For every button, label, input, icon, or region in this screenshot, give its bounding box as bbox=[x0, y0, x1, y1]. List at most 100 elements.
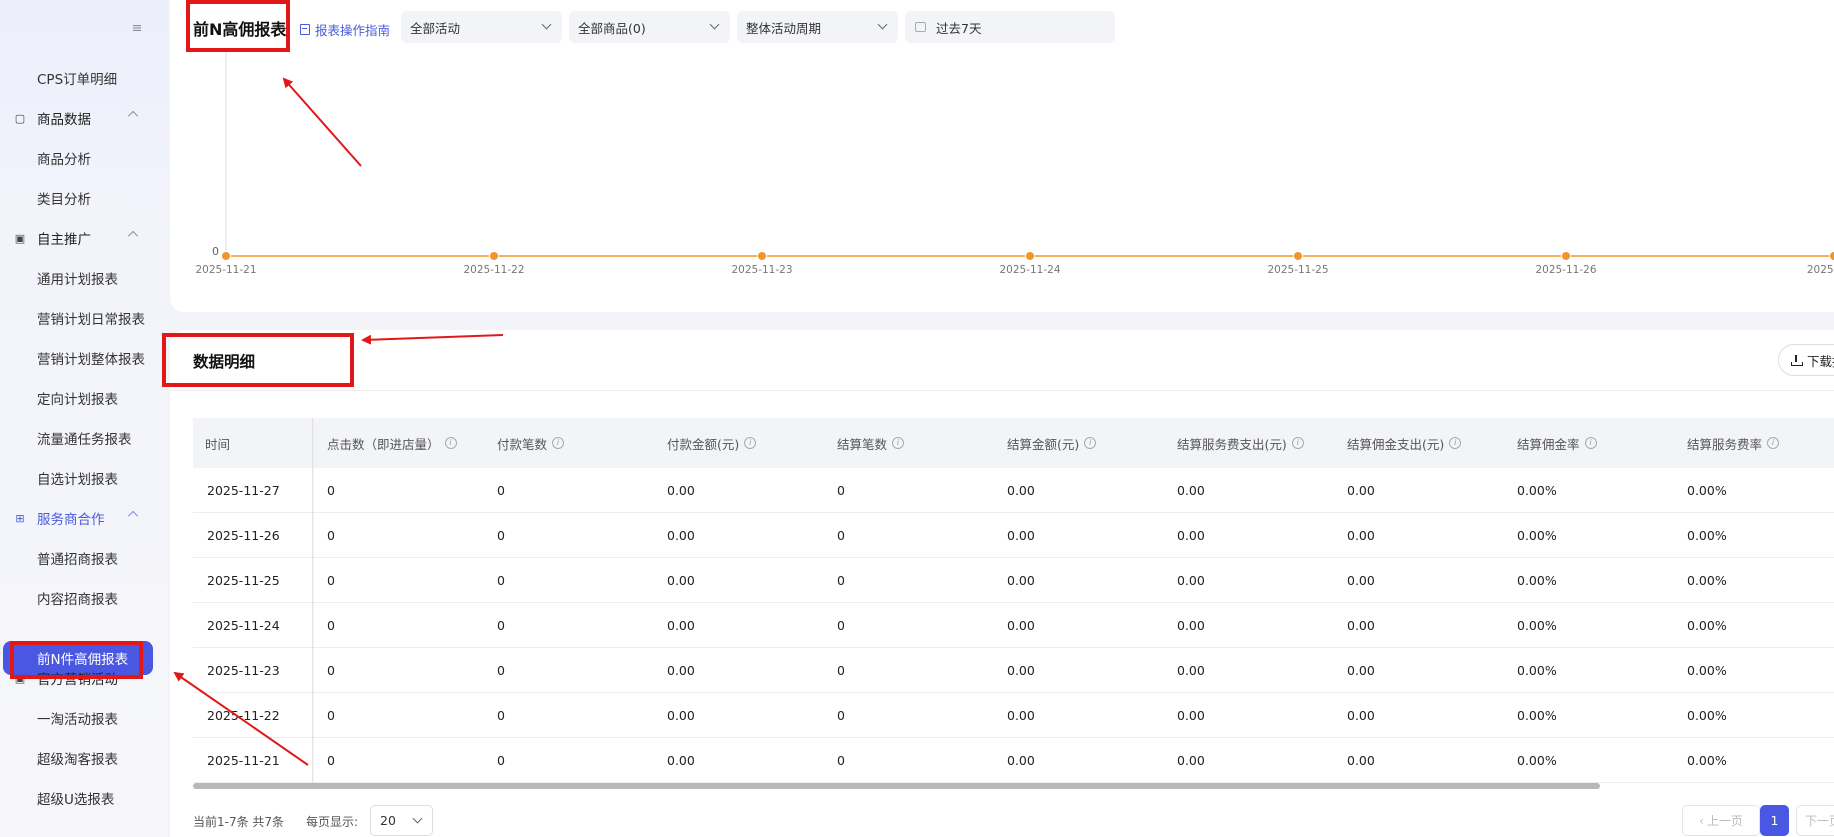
menu-collapse-icon[interactable]: ≡ bbox=[130, 22, 144, 36]
sidebar-item-label: 一淘活动报表 bbox=[37, 712, 118, 728]
goods-select[interactable]: 全部商品(0) bbox=[569, 11, 730, 43]
activity-select[interactable]: 全部活动 bbox=[401, 11, 562, 43]
page-size-label: 每页显示: bbox=[306, 815, 359, 829]
sidebar-group[interactable]: ▢ 商品数据 bbox=[0, 98, 168, 138]
info-icon[interactable]: i bbox=[1584, 437, 1597, 449]
sidebar-item-label: 定向计划报表 bbox=[37, 392, 118, 408]
info-icon[interactable]: i bbox=[1291, 437, 1304, 449]
info-icon[interactable]: i bbox=[1449, 437, 1462, 449]
sidebar-item[interactable]: CPS订单明细 bbox=[0, 58, 168, 98]
column-header-label: 时间 bbox=[205, 436, 231, 452]
table-cell: 0.00 bbox=[1347, 752, 1375, 768]
sidebar-group[interactable]: ⊞ 服务商合作 bbox=[0, 498, 168, 538]
info-icon[interactable]: i bbox=[444, 437, 457, 449]
table-cell: 0.00% bbox=[1687, 707, 1727, 723]
table-cell: 0.00 bbox=[1007, 527, 1035, 543]
sidebar-item[interactable]: 通用计划报表 bbox=[0, 258, 168, 298]
next-page-button[interactable]: 下一页 bbox=[1796, 805, 1834, 836]
sidebar-item[interactable]: 流量通任务报表 bbox=[0, 418, 168, 458]
calendar-icon bbox=[915, 22, 926, 32]
table-cell: 0.00 bbox=[1177, 662, 1205, 678]
table-cell: 0 bbox=[497, 482, 505, 498]
table-cell: 0.00 bbox=[1007, 617, 1035, 633]
table-cell: 0.00 bbox=[667, 752, 695, 768]
table-cell: 0 bbox=[327, 662, 335, 678]
sidebar-item[interactable]: 一淘活动报表 bbox=[0, 698, 168, 738]
sidebar-item[interactable]: 普通招商报表 bbox=[0, 538, 168, 578]
column-header-label: 结算佣金率 bbox=[1517, 436, 1580, 452]
table-header: 时间 点击数（即进店量） i 付款笔数 i 付款金额(元) i 结算笔数 i 结算金额(元) i 结算… bbox=[193, 418, 1834, 468]
table-cell: 0.00 bbox=[1347, 527, 1375, 543]
info-icon[interactable]: i bbox=[1084, 437, 1097, 449]
horizontal-scrollbar[interactable] bbox=[193, 783, 1600, 789]
sidebar-item-label: 类目分析 bbox=[37, 192, 91, 208]
table-cell: 0.00 bbox=[1007, 707, 1035, 723]
table-cell: 0.00% bbox=[1687, 482, 1727, 498]
page-size-select[interactable]: 20 bbox=[370, 805, 433, 836]
bag-icon: ▢ bbox=[14, 111, 26, 125]
table-cell: 0 bbox=[837, 527, 845, 543]
data-point bbox=[1829, 251, 1834, 261]
info-icon[interactable]: i bbox=[552, 437, 565, 449]
sidebar-item[interactable]: 自选计划报表 bbox=[0, 458, 168, 498]
column-header-label: 结算服务费率 bbox=[1687, 436, 1763, 452]
sidebar-item-label: 通用计划报表 bbox=[37, 272, 118, 288]
info-icon[interactable]: i bbox=[1767, 437, 1780, 449]
column-header-label: 付款笔数 bbox=[497, 436, 548, 452]
table-cell: 0.00 bbox=[667, 572, 695, 588]
chevron-left-icon: ‹ bbox=[1699, 813, 1704, 828]
data-point bbox=[757, 251, 767, 261]
guide-link[interactable]: 报表操作指南 bbox=[300, 20, 390, 39]
sidebar-item[interactable]: 类目分析 bbox=[0, 178, 168, 218]
x-tick-label: 2025-11-26 bbox=[1535, 264, 1596, 276]
column-header-label: 点击数（即进店量） bbox=[327, 436, 440, 452]
pagination-summary: 当前1-7条 共7条 bbox=[193, 815, 285, 829]
table-cell: 0 bbox=[837, 572, 845, 588]
info-icon[interactable]: i bbox=[744, 437, 757, 449]
activity-select-value: 全部活动 bbox=[410, 20, 461, 36]
sidebar-item[interactable]: 营销计划日常报表 bbox=[0, 298, 168, 338]
table-cell: 2025-11-22 bbox=[207, 707, 280, 723]
x-tick-label: 2025-11-25 bbox=[1267, 264, 1328, 276]
table-row: 2025-11-23 0 0 0.00 0 0.00 0.00 0.00 0.00% 0.00% bbox=[193, 648, 1834, 693]
table-row: 2025-11-21 0 0 0.00 0 0.00 0.00 0.00 0.00% 0.00% bbox=[193, 738, 1834, 783]
info-icon[interactable]: i bbox=[892, 437, 905, 449]
chevron-up-icon[interactable] bbox=[128, 111, 138, 121]
sidebar-item-label: 超级淘客报表 bbox=[37, 752, 118, 768]
sidebar-item[interactable]: 超级淘客报表 bbox=[0, 738, 168, 778]
page-number-button[interactable]: 1 bbox=[1760, 805, 1789, 836]
table-cell: 0.00% bbox=[1517, 752, 1557, 768]
sidebar-item[interactable]: 内容招商报表 bbox=[0, 578, 168, 618]
table-cell: 0.00 bbox=[1177, 707, 1205, 723]
sidebar-group[interactable]: ▣ 自主推广 bbox=[0, 218, 168, 258]
column-header: 结算服务费支出(元) i bbox=[1163, 434, 1333, 453]
table-cell: 0 bbox=[327, 707, 335, 723]
sidebar-item[interactable]: 商品分析 bbox=[0, 138, 168, 178]
line-chart: 0 2025-11-21 2025-11-22 2025-11-23 2025-11-2… bbox=[195, 50, 1834, 276]
column-header: 结算服务费率 i bbox=[1673, 434, 1834, 453]
chevron-up-icon[interactable] bbox=[128, 511, 138, 521]
sidebar-item[interactable]: 超级U选报表 bbox=[0, 778, 168, 818]
prev-page-button[interactable]: ‹ 上一页 bbox=[1682, 805, 1760, 836]
sidebar-item-label: 自选计划报表 bbox=[37, 472, 118, 488]
data-point bbox=[1025, 251, 1035, 261]
partner-icon: ⊞ bbox=[15, 511, 25, 525]
period-select[interactable]: 整体活动周期 bbox=[737, 11, 898, 43]
download-button[interactable]: 下载报 bbox=[1778, 344, 1834, 376]
y-tick-label: 0 bbox=[212, 245, 219, 258]
column-header-label: 结算服务费支出(元) bbox=[1177, 436, 1287, 452]
sidebar-item-label: CPS订单明细 bbox=[37, 72, 118, 88]
chevron-down-icon bbox=[541, 19, 552, 30]
date-range-picker[interactable]: 过去7天 bbox=[905, 11, 1115, 43]
table-cell: 0.00 bbox=[1347, 617, 1375, 633]
table-cell: 0.00 bbox=[667, 482, 695, 498]
sidebar-item[interactable]: 营销计划整体报表 bbox=[0, 338, 168, 378]
table-cell: 0 bbox=[497, 527, 505, 543]
sidebar-item[interactable]: 定向计划报表 bbox=[0, 378, 168, 418]
data-point bbox=[1561, 251, 1571, 261]
column-header-label: 付款金额(元) bbox=[667, 436, 740, 452]
table-cell: 0.00 bbox=[1177, 527, 1205, 543]
chevron-up-icon[interactable] bbox=[128, 231, 138, 241]
date-range-value: 过去7天 bbox=[936, 20, 982, 36]
table-cell: 0.00 bbox=[667, 617, 695, 633]
